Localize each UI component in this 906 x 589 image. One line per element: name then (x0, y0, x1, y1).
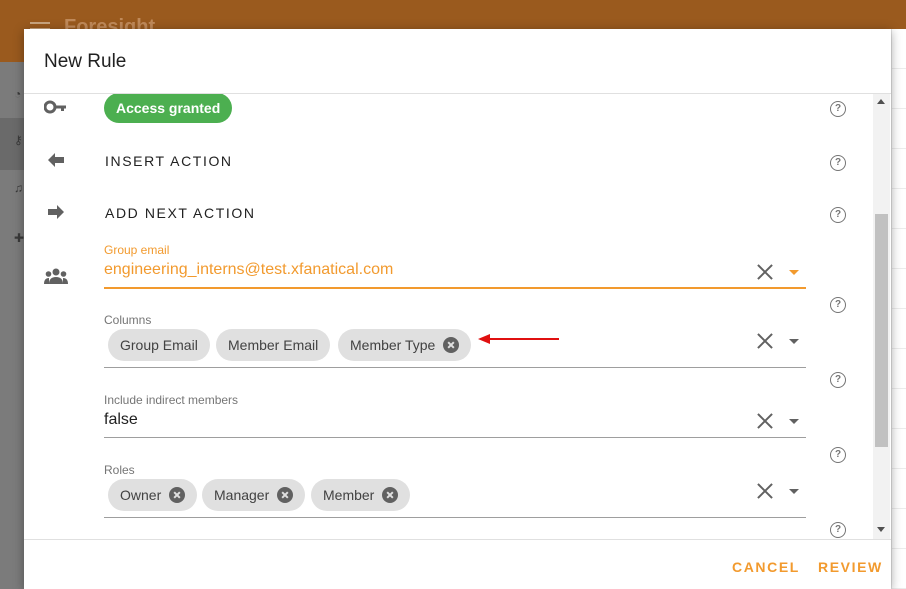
group-email-value[interactable]: engineering_interns@test.xfanatical.com (104, 261, 393, 279)
group-email-label: Group email (104, 243, 170, 257)
help-icon[interactable]: ? (830, 297, 846, 313)
include-indirect-field[interactable]: Include indirect members false (104, 392, 806, 438)
help-icon[interactable]: ? (830, 101, 846, 117)
insert-action-row: INSERT ACTION ? (24, 148, 864, 176)
dropdown-icon[interactable] (789, 419, 799, 424)
columns-label: Columns (104, 313, 152, 327)
close-icon[interactable] (756, 332, 774, 350)
chip-label: Member Email (228, 337, 319, 353)
chip-label: Group Email (120, 337, 198, 353)
help-icon[interactable]: ? (830, 155, 846, 171)
roles-label: Roles (104, 463, 135, 477)
roles-field[interactable]: Roles Owner Manager Member (104, 462, 806, 532)
add-next-action-row: ADD NEXT ACTION ? (24, 200, 864, 228)
group-email-field[interactable]: Group email engineering_interns@test.xfa… (104, 242, 806, 289)
scroll-up-icon[interactable] (877, 99, 885, 104)
field-underline (104, 437, 806, 438)
close-icon[interactable] (756, 412, 774, 430)
key-icon (44, 95, 68, 119)
background-table (891, 29, 906, 589)
chip-member[interactable]: Member (311, 479, 411, 511)
chip-remove-icon[interactable] (443, 336, 460, 353)
group-icon (44, 264, 68, 288)
new-rule-dialog: New Rule Access granted ? INSERT ACTION … (24, 29, 891, 589)
cancel-button[interactable]: CANCEL (732, 559, 800, 575)
columns-field[interactable]: Columns Group Email Member Email Member … (104, 312, 806, 398)
access-granted-badge[interactable]: Access granted (104, 94, 233, 123)
chip-member-type[interactable]: Member Type (338, 329, 472, 361)
review-button[interactable]: REVIEW (818, 559, 883, 575)
help-icon[interactable]: ? (830, 207, 846, 223)
chip-label: Member (323, 487, 375, 503)
scrollbar[interactable] (873, 94, 890, 539)
scrollbar-thumb[interactable] (875, 214, 888, 447)
sidebar-selected-item[interactable]: ⚷ (0, 118, 24, 170)
chip-label: Owner (120, 487, 162, 503)
dialog-body: Access granted ? INSERT ACTION ? ADD NEX… (24, 94, 891, 539)
chip-member-email[interactable]: Member Email (216, 329, 331, 361)
chip-remove-icon[interactable] (382, 486, 399, 503)
help-icon[interactable]: ? (830, 522, 846, 538)
help-icon[interactable]: ? (830, 447, 846, 463)
chip-owner[interactable]: Owner (108, 479, 198, 511)
chip-group-email[interactable]: Group Email (108, 329, 210, 361)
add-next-action-button[interactable]: ADD NEXT ACTION (105, 205, 256, 221)
include-indirect-label: Include indirect members (104, 393, 239, 407)
dropdown-icon[interactable] (789, 339, 799, 344)
arrow-left-icon (44, 148, 68, 172)
field-underline (104, 367, 806, 368)
dialog-footer: CANCEL REVIEW (24, 539, 891, 589)
annotation-arrow (478, 334, 559, 344)
dropdown-icon[interactable] (789, 489, 799, 494)
chip-manager[interactable]: Manager (202, 479, 306, 511)
chip-label: Manager (214, 487, 270, 503)
close-icon[interactable] (756, 263, 774, 281)
dialog-header: New Rule (24, 29, 891, 94)
dropdown-icon[interactable] (789, 270, 799, 275)
chip-remove-icon[interactable] (169, 486, 186, 503)
close-icon[interactable] (756, 482, 774, 500)
help-icon[interactable]: ? (830, 372, 846, 388)
chip-remove-icon[interactable] (277, 486, 294, 503)
arrow-right-icon (44, 200, 68, 224)
chip-label: Member Type (350, 337, 436, 353)
field-underline (104, 287, 806, 289)
scroll-down-icon[interactable] (877, 527, 885, 532)
field-underline (104, 517, 806, 518)
access-row: Access granted ? (24, 94, 864, 124)
insert-action-button[interactable]: INSERT ACTION (105, 153, 233, 169)
include-indirect-value[interactable]: false (104, 411, 138, 429)
dialog-title: New Rule (44, 51, 127, 72)
